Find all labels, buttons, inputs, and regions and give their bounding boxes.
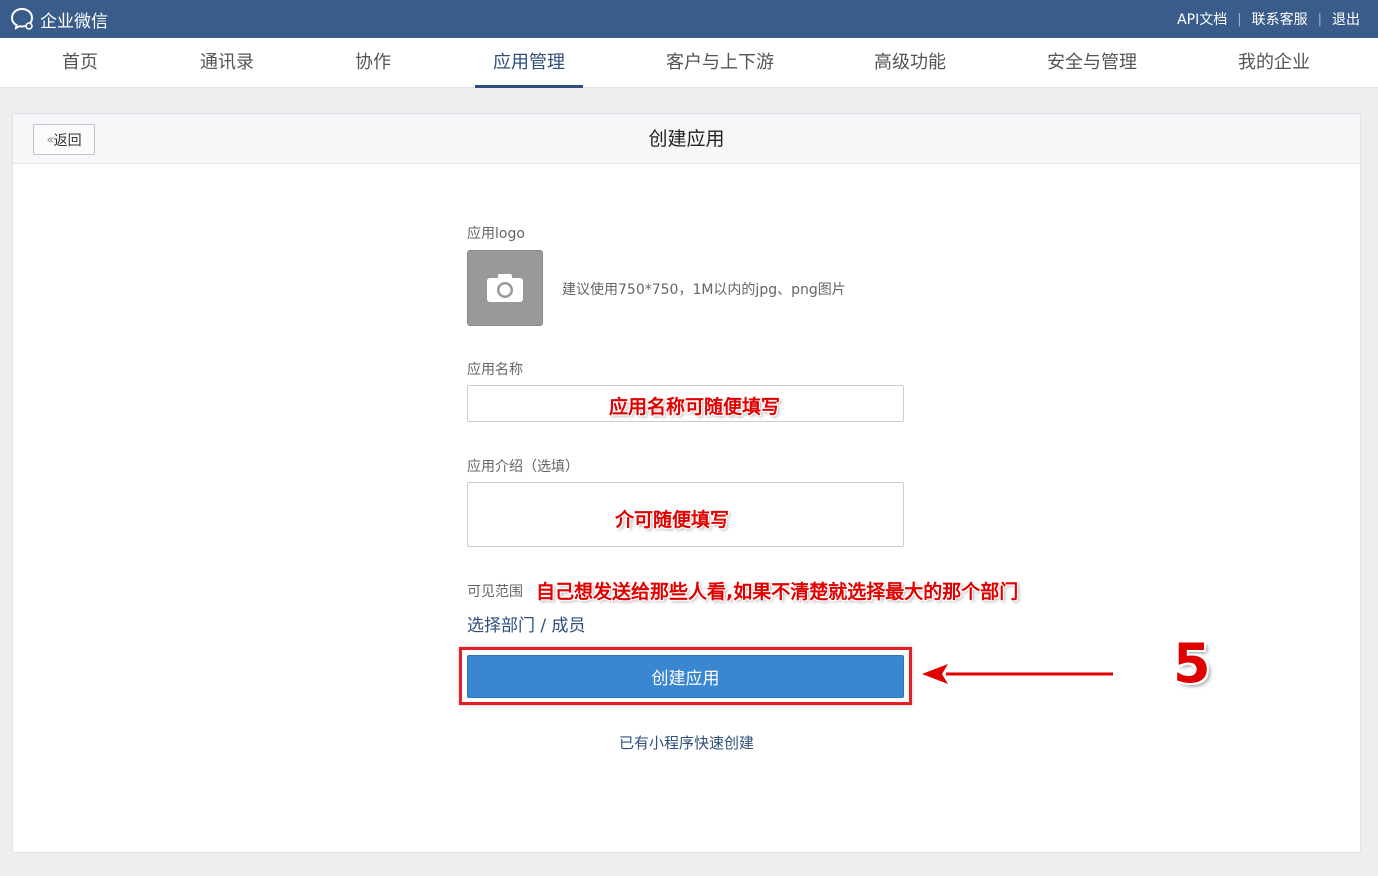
top-links: API文档 | 联系客服 | 退出: [1177, 9, 1360, 29]
back-label: 返回: [53, 132, 82, 149]
visibility-label: 可见范围: [467, 584, 523, 600]
wecom-logo-icon: [10, 7, 34, 30]
app-desc-label: 应用介绍（选填）: [467, 459, 579, 475]
visibility-annotation: 自己想发送给那些人看,如果不清楚就选择最大的那个部门: [536, 581, 1019, 603]
divider: |: [1317, 11, 1322, 27]
double-chevron-left-icon: ‹‹: [46, 131, 54, 148]
nav-item-advanced[interactable]: 高级功能: [874, 38, 946, 88]
quick-create-link[interactable]: 已有小程序快速创建: [13, 732, 1360, 753]
nav-item-my-company[interactable]: 我的企业: [1238, 38, 1310, 88]
nav-item-collaboration[interactable]: 协作: [355, 38, 391, 88]
top-bar: 企业微信 API文档 | 联系客服 | 退出: [0, 0, 1378, 38]
nav-item-contacts[interactable]: 通讯录: [200, 38, 254, 88]
page-title: 创建应用: [648, 128, 725, 150]
nav-item-security[interactable]: 安全与管理: [1047, 38, 1137, 88]
select-members-link[interactable]: 选择部门 / 成员: [467, 611, 586, 636]
nav-item-customers[interactable]: 客户与上下游: [666, 38, 774, 88]
create-app-card: 创建应用 ‹‹ 返回 应用logo 建议使用750*750，1M以内的jpg、p…: [12, 113, 1361, 853]
logo-upload[interactable]: [467, 250, 543, 326]
desc-annotation: 介可随便填写: [615, 509, 730, 531]
step-number: 5: [1173, 632, 1211, 695]
back-button[interactable]: ‹‹ 返回: [33, 124, 95, 155]
logout-link[interactable]: 退出: [1332, 9, 1360, 29]
brand-name: 企业微信: [40, 11, 108, 32]
support-link[interactable]: 联系客服: [1252, 9, 1308, 29]
divider: |: [1237, 11, 1242, 27]
api-docs-link[interactable]: API文档: [1177, 9, 1227, 29]
nav-item-home[interactable]: 首页: [62, 38, 98, 88]
nav-item-app-management[interactable]: 应用管理: [493, 38, 565, 88]
logo-hint: 建议使用750*750，1M以内的jpg、png图片: [562, 282, 846, 298]
main-nav: 首页 通讯录 协作 应用管理 客户与上下游 高级功能 安全与管理 我的企业: [0, 38, 1378, 88]
arrow-left-icon: [922, 664, 1113, 684]
logo-label: 应用logo: [467, 226, 525, 242]
create-app-button[interactable]: 创建应用: [467, 655, 904, 698]
camera-icon: [487, 274, 523, 302]
brand[interactable]: 企业微信: [10, 6, 108, 32]
app-name-label: 应用名称: [467, 362, 523, 378]
name-annotation: 应用名称可随便填写: [609, 396, 781, 418]
card-header: 创建应用 ‹‹ 返回: [13, 114, 1360, 164]
